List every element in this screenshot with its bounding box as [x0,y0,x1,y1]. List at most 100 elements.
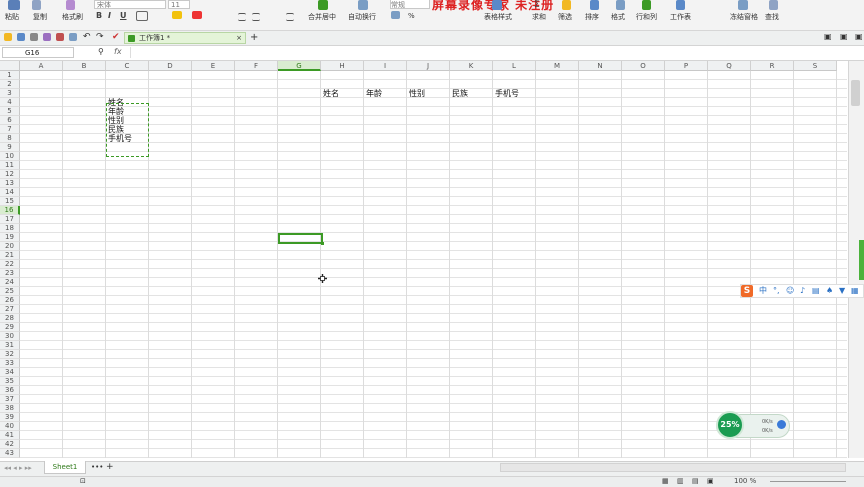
percent-button[interactable]: % [408,12,415,20]
print-preview-icon[interactable] [43,33,51,41]
row-header-28[interactable]: 28 [0,314,20,323]
format-painter-button[interactable]: 格式刷 [62,12,83,22]
font-color-icon[interactable] [192,11,202,19]
row-header-4[interactable]: 4 [0,98,20,107]
font-size-select[interactable]: 11 [168,0,190,9]
row-header-3[interactable]: 3 [0,89,20,98]
cell-l3[interactable]: 手机号 [495,89,519,98]
row-header-42[interactable]: 42 [0,440,20,449]
horizontal-scrollbar[interactable] [500,463,846,472]
paste-button[interactable]: 粘贴 [5,12,19,22]
active-cell-g16[interactable] [278,233,324,245]
wrap-text-button[interactable]: 自动换行 [348,12,376,22]
toolbox-icon[interactable]: ▦ [851,286,859,296]
column-header-k[interactable]: K [450,61,493,71]
row-header-38[interactable]: 38 [0,404,20,413]
row-header-6[interactable]: 6 [0,116,20,125]
row-header-19[interactable]: 19 [0,233,20,242]
cut-icon[interactable] [69,33,77,41]
row-header-1[interactable]: 1 [0,71,20,80]
punctuation-icon[interactable]: °, [773,286,780,296]
worksheet-button[interactable]: 工作表 [670,12,691,22]
row-header-31[interactable]: 31 [0,341,20,350]
keyboard-icon[interactable]: ▤ [812,286,820,296]
row-header-33[interactable]: 33 [0,359,20,368]
italic-button[interactable]: I [108,11,111,20]
column-header-s[interactable]: S [794,61,837,71]
merge-center-icon[interactable] [318,0,328,10]
column-header-q[interactable]: Q [708,61,751,71]
formula-input[interactable] [130,47,849,58]
row-header-36[interactable]: 36 [0,386,20,395]
rows-cols-button[interactable]: 行和列 [636,12,657,22]
align-left-icon[interactable] [238,13,246,21]
column-header-j[interactable]: J [407,61,450,71]
sum-button[interactable]: 求和 [532,12,546,22]
row-header-10[interactable]: 10 [0,152,20,161]
row-header-32[interactable]: 32 [0,350,20,359]
close-tab-icon[interactable]: × [236,33,242,43]
border-icon[interactable] [136,11,148,21]
select-all-corner[interactable] [0,61,20,71]
row-header-41[interactable]: 41 [0,431,20,440]
skin-icon[interactable]: ♠ [826,286,833,296]
conditional-format-icon[interactable] [391,11,400,19]
row-header-18[interactable]: 18 [0,224,20,233]
undo-icon[interactable]: ↶ [83,32,91,42]
format-painter-icon[interactable] [66,0,75,10]
save-icon[interactable] [17,33,25,41]
row-header-8[interactable]: 8 [0,134,20,143]
number-format-select[interactable]: 常规 [390,0,430,9]
row-header-35[interactable]: 35 [0,377,20,386]
copy-button[interactable]: 复制 [33,12,47,22]
tab-workbook1[interactable]: 工作簿1 * × [124,32,246,44]
name-box[interactable]: G16 [2,47,74,58]
row-header-40[interactable]: 40 [0,422,20,431]
vertical-scroll-thumb[interactable] [851,80,860,106]
print-icon[interactable] [30,33,38,41]
row-header-29[interactable]: 29 [0,323,20,332]
bold-button[interactable]: B [96,11,102,20]
export-icon[interactable] [56,33,64,41]
row-header-13[interactable]: 13 [0,179,20,188]
row-header-26[interactable]: 26 [0,296,20,305]
column-header-i[interactable]: I [364,61,407,71]
find-button[interactable]: 查找 [765,12,779,22]
column-header-m[interactable]: M [536,61,579,71]
row-header-43[interactable]: 43 [0,449,20,458]
voice-icon[interactable]: ♪ [800,286,805,296]
zoom-slider[interactable] [770,481,846,482]
table-style-button[interactable]: 表格样式 [484,12,512,22]
row-header-37[interactable]: 37 [0,395,20,404]
column-header-h[interactable]: H [321,61,364,71]
first-sheet-icon[interactable]: ◂◂ ◂ ▸ ▸▸ [4,464,32,472]
column-header-c[interactable]: C [106,61,149,71]
shirt-icon[interactable]: ▼ [839,286,845,296]
row-header-17[interactable]: 17 [0,215,20,224]
normal-view-icon[interactable]: ▦ [662,477,669,485]
settings-icon[interactable]: ▣ [824,32,832,41]
column-header-r[interactable]: R [751,61,794,71]
row-header-14[interactable]: 14 [0,188,20,197]
row-header-20[interactable]: 20 [0,242,20,251]
row-header-30[interactable]: 30 [0,332,20,341]
row-header-2[interactable]: 2 [0,80,20,89]
font-name-select[interactable]: 宋体 [94,0,166,9]
row-header-12[interactable]: 12 [0,170,20,179]
column-header-n[interactable]: N [579,61,622,71]
open-icon[interactable] [4,33,12,41]
minimize-ribbon-icon[interactable]: ▣ [840,32,848,41]
help-icon[interactable]: ▣ [855,32,863,41]
row-header-21[interactable]: 21 [0,251,20,260]
add-sheet-button[interactable]: + [106,462,114,472]
cell-h3[interactable]: 姓名 [323,89,339,98]
copy-icon[interactable] [32,0,41,10]
page-layout-icon[interactable]: ▥ [677,477,684,485]
row-header-9[interactable]: 9 [0,143,20,152]
freeze-panes-button[interactable]: 冻结窗格 [730,12,758,22]
column-header-f[interactable]: F [235,61,278,71]
column-header-e[interactable]: E [192,61,235,71]
side-panel-tab[interactable] [859,240,864,280]
zoom-fit-icon[interactable]: ⚲ [98,47,104,56]
redo-icon[interactable]: ↷ [96,32,104,42]
